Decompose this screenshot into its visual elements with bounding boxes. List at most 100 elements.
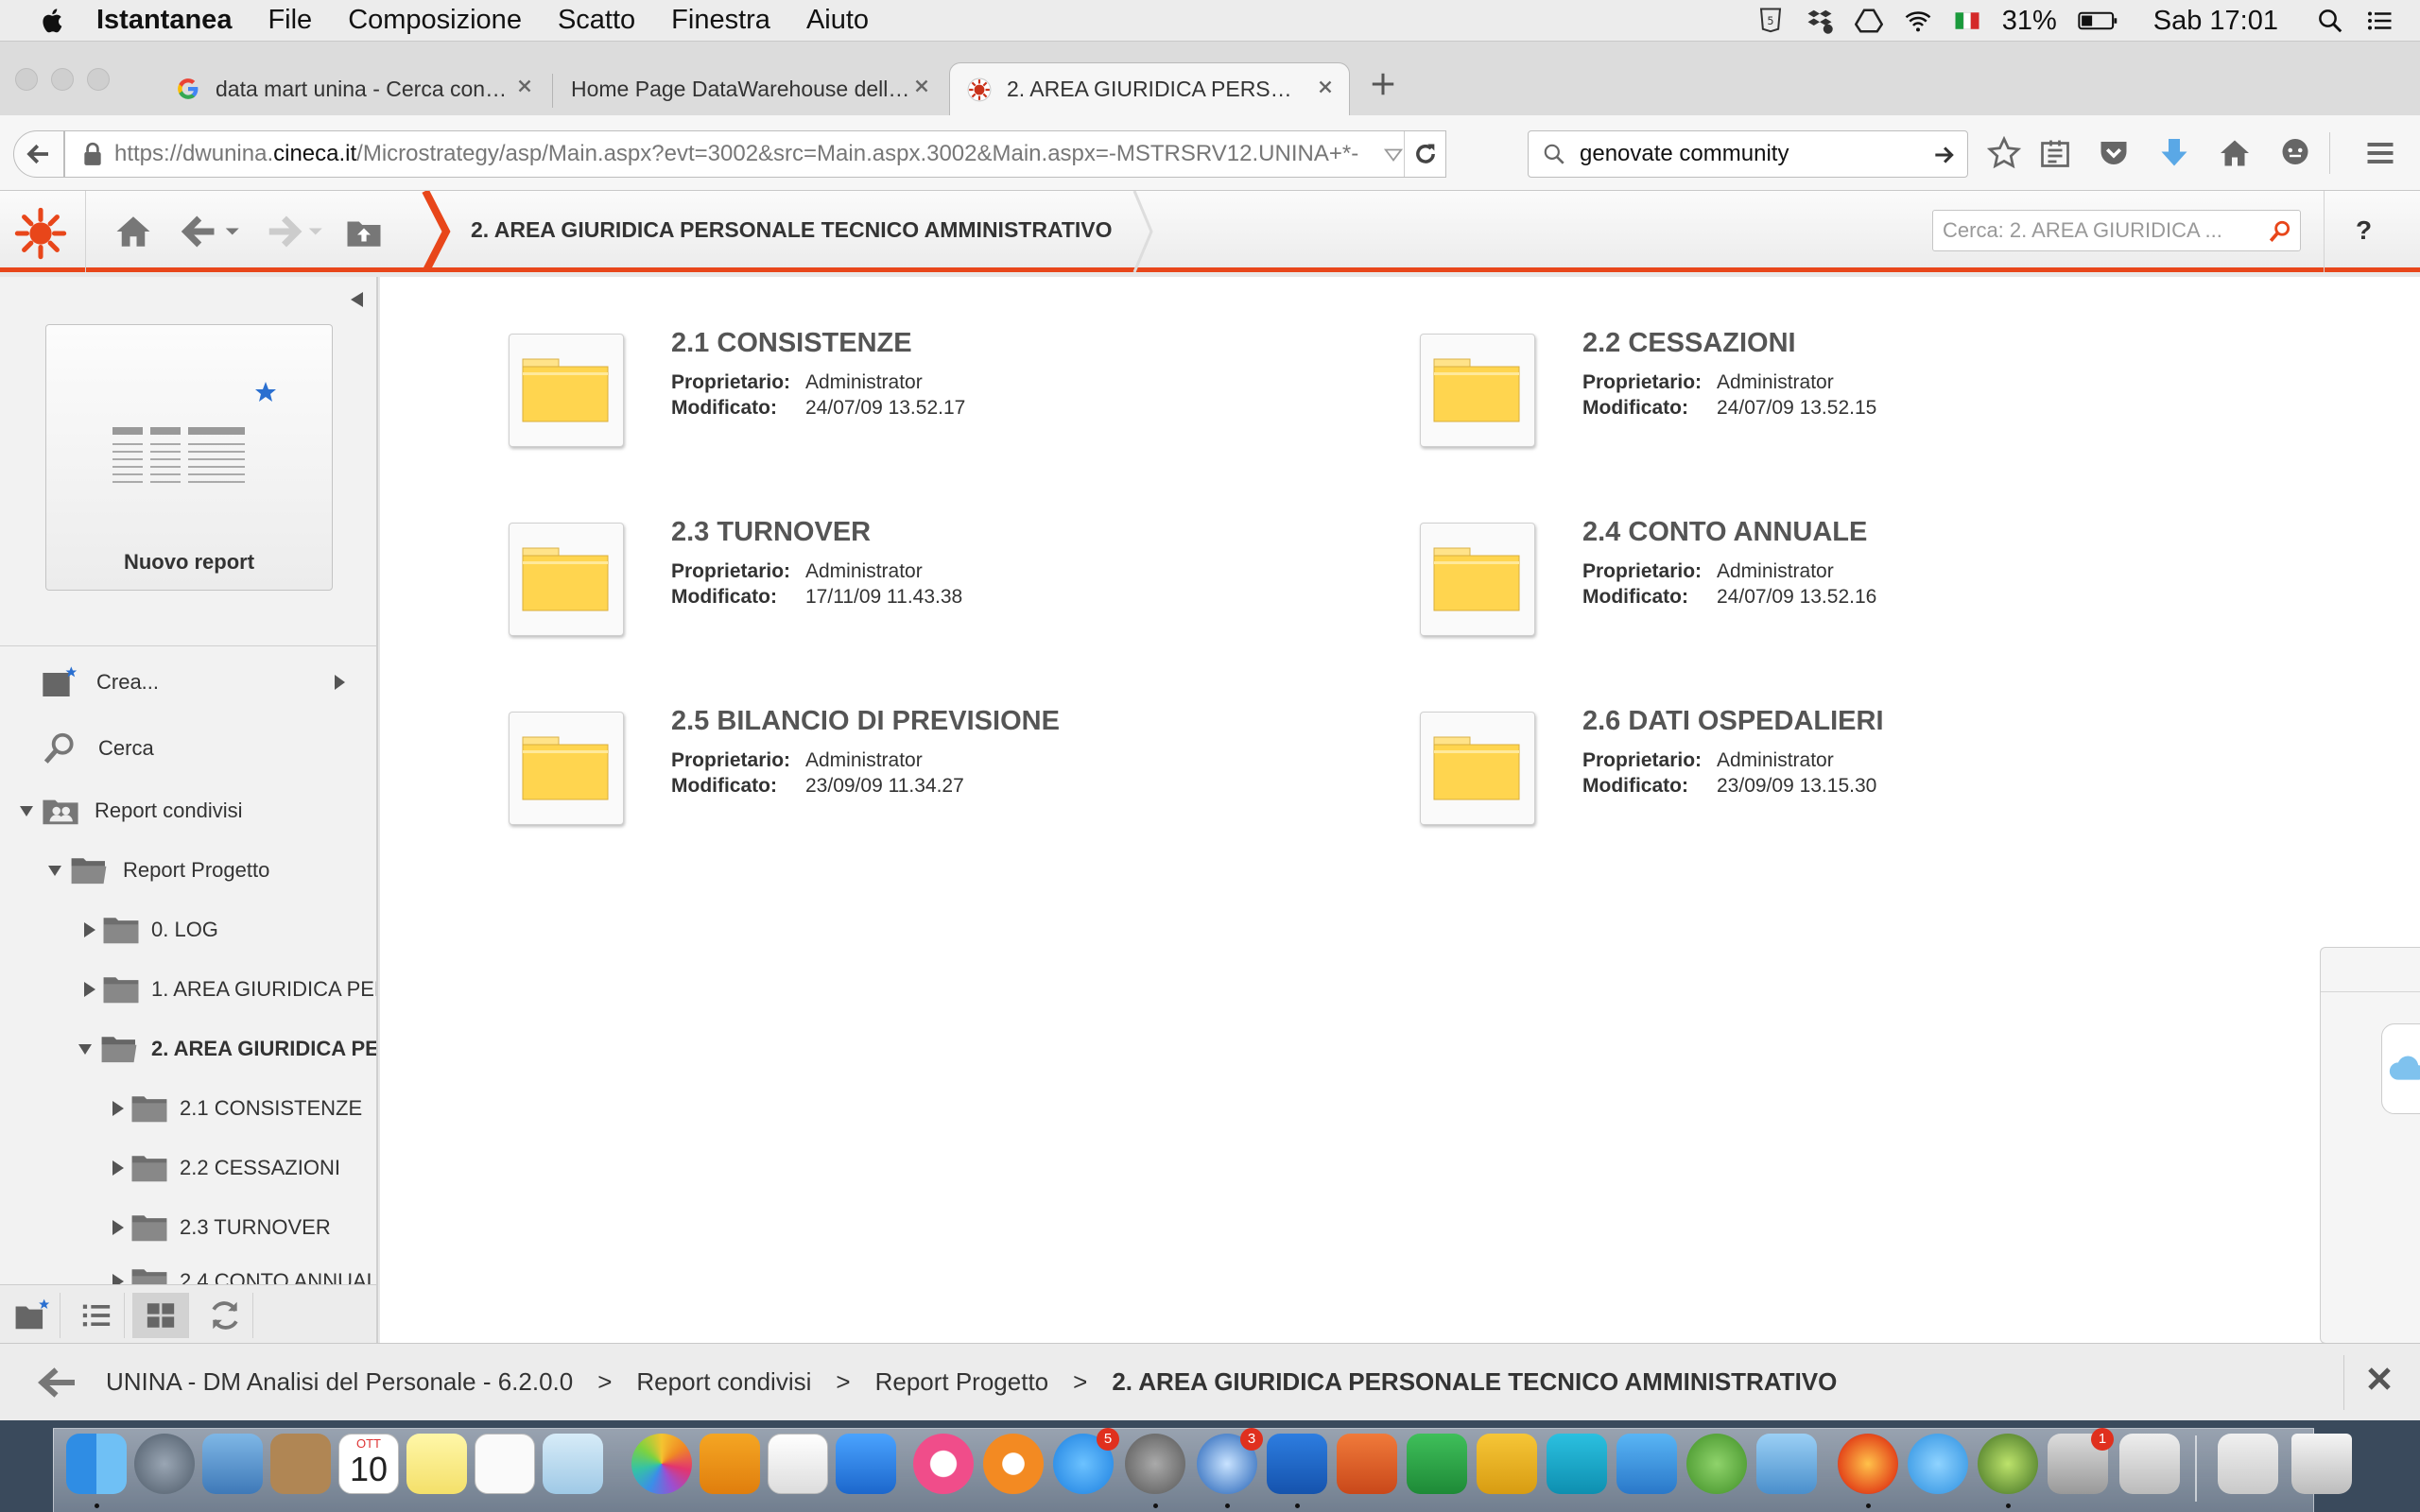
expanded-triangle-icon[interactable] [78,1040,93,1057]
folder-thumbnail[interactable] [509,334,624,447]
tree-item-report-progetto[interactable]: Report Progetto [0,847,376,894]
close-tab-icon[interactable] [1315,77,1336,97]
hamburger-menu-icon[interactable] [2363,136,2397,170]
firefox-icon[interactable] [1838,1434,1898,1494]
path-crumb-report-progetto[interactable]: Report Progetto [875,1367,1049,1397]
numbers-icon[interactable] [768,1434,828,1494]
lync-icon[interactable] [1547,1434,1607,1494]
collapse-sidebar-icon[interactable] [348,290,365,309]
remote-desktop-icon[interactable] [1756,1434,1817,1494]
folder-item-consistenze[interactable]: 2.1 CONSISTENZE Proprietario: Administrat… [509,328,1359,466]
mstr-search-input[interactable]: Cerca: 2. AREA GIURIDICA ... [1932,210,2301,251]
collapsed-triangle-icon[interactable] [81,981,96,998]
bookmark-star-icon[interactable] [1987,136,2021,170]
trash-icon[interactable] [2291,1434,2352,1494]
italian-flag-icon[interactable] [1953,7,1981,35]
path-crumb-unina[interactable]: UNINA - DM Analisi del Personale - 6.2.0… [106,1367,573,1397]
screenshot-app-icon[interactable] [1978,1434,2038,1494]
collapsed-triangle-icon[interactable] [110,1219,125,1236]
spotlight-icon[interactable] [2316,7,2344,35]
tree-item-consistenze[interactable]: 2.1 CONSISTENZE [0,1085,376,1132]
path-crumb-report-condivisi[interactable]: Report condivisi [636,1367,811,1397]
folder-item-bilancio-di-previsione[interactable]: 2.5 BILANCIO DI PREVISIONE Proprietario:… [509,706,1359,844]
tree-item-report-condivisi[interactable]: Report condivisi [0,787,376,834]
chat-icon[interactable] [2278,136,2312,170]
back-button[interactable] [13,130,64,178]
messages-icon[interactable] [1908,1434,1968,1494]
word-icon[interactable] [1267,1434,1327,1494]
folder-name[interactable]: 2.1 CONSISTENZE [671,328,912,359]
list-view-button[interactable] [68,1293,125,1338]
collapsed-triangle-icon[interactable] [81,921,96,938]
collapsed-triangle-icon[interactable] [110,1160,125,1177]
window-close-button[interactable] [15,68,38,91]
folder-thumbnail[interactable] [1420,334,1535,447]
search-icon[interactable] [2268,219,2292,244]
new-folder-button[interactable] [4,1293,60,1338]
folder-thumbnail[interactable] [1420,523,1535,636]
wifi-icon[interactable] [1904,7,1932,35]
notification-center-icon[interactable] [2365,7,2394,35]
apple-icon[interactable] [38,6,68,36]
battery-percent[interactable]: 31% [2002,6,2057,37]
icon-view-button[interactable] [132,1293,189,1338]
overlay-panel[interactable] [2320,947,2420,1344]
tree-item-area-2[interactable]: 2. AREA GIURIDICA PERSONALE [0,1025,376,1073]
close-tab-icon[interactable] [514,76,535,96]
dropbox-icon[interactable] [1806,7,1834,35]
photos-icon[interactable] [631,1434,692,1494]
finder-icon[interactable] [66,1434,127,1494]
ibooks-icon[interactable] [983,1434,1044,1494]
folder-name[interactable]: 2.2 CESSAZIONI [1582,328,1796,359]
excel-icon[interactable] [1407,1434,1467,1494]
refresh-button[interactable] [197,1293,253,1338]
folder-item-dati-ospedalieri[interactable]: 2.6 DATI OSPEDALIERI Proprietario: Admini… [1420,706,2271,844]
folder-up-icon[interactable] [342,212,386,251]
downloads-stack-icon[interactable] [2218,1434,2278,1494]
home-icon[interactable] [112,212,155,251]
tab-google-search[interactable]: data mart unina - Cerca con… [176,62,535,115]
folder-item-turnover[interactable]: 2.3 TURNOVER Proprietario: Administrator … [509,517,1359,655]
lock-icon[interactable] [82,142,103,166]
expanded-triangle-icon[interactable] [19,802,34,819]
itunes-icon[interactable] [913,1434,974,1494]
folder-thumbnail[interactable] [509,712,624,825]
tab-datawarehouse-home[interactable]: Home Page DataWarehouse dell… [571,62,932,115]
download-manager-icon[interactable] [1686,1434,1747,1494]
menu-file[interactable]: File [268,5,312,36]
close-tab-icon[interactable] [911,76,932,96]
folder-thumbnail[interactable] [509,523,624,636]
folder-thumbnail[interactable] [1420,712,1535,825]
url-bar[interactable]: https://dwunina. cineca.it/Microstrategy/… [64,130,1446,178]
launchpad-icon[interactable] [134,1434,195,1494]
forward-arrow-icon[interactable] [263,212,325,251]
arrow-left-icon[interactable] [38,1366,78,1399]
sidebar-item-crea[interactable]: Crea... [0,659,376,706]
expanded-triangle-icon[interactable] [47,862,62,879]
tree-item-log[interactable]: 0. LOG [0,906,376,954]
microstrategy-logo-icon[interactable] [13,206,68,261]
close-icon[interactable] [2365,1365,2394,1393]
outlook-icon[interactable] [1477,1434,1537,1494]
mail-icon[interactable] [202,1434,263,1494]
calendar-icon[interactable]: OTT 10 [338,1434,399,1494]
reload-button[interactable] [1404,131,1445,177]
preview-icon[interactable] [543,1434,603,1494]
powerpoint-icon[interactable] [1337,1434,1397,1494]
folder-name[interactable]: 2.3 TURNOVER [671,517,871,548]
notes-icon[interactable] [406,1434,467,1494]
new-tab-icon[interactable] [1369,70,1397,98]
reading-list-icon[interactable] [2038,136,2072,170]
html5-icon[interactable]: 5 [1756,7,1785,35]
tree-item-turnover[interactable]: 2.3 TURNOVER [0,1204,376,1251]
app-name[interactable]: Istantanea [96,5,232,36]
back-arrow-icon[interactable] [180,212,242,251]
thunderbird-icon[interactable]: 3 [1197,1428,1263,1494]
contacts-icon[interactable] [270,1434,331,1494]
window-zoom-button[interactable] [87,68,110,91]
battery-icon[interactable] [2078,7,2119,35]
cloud-widget[interactable] [2381,1023,2420,1114]
new-report-button[interactable]: Nuovo report [45,324,333,591]
folder-item-conto-annuale[interactable]: 2.4 CONTO ANNUALE Proprietario: Administr… [1420,517,2271,655]
download-icon[interactable] [2157,136,2191,170]
